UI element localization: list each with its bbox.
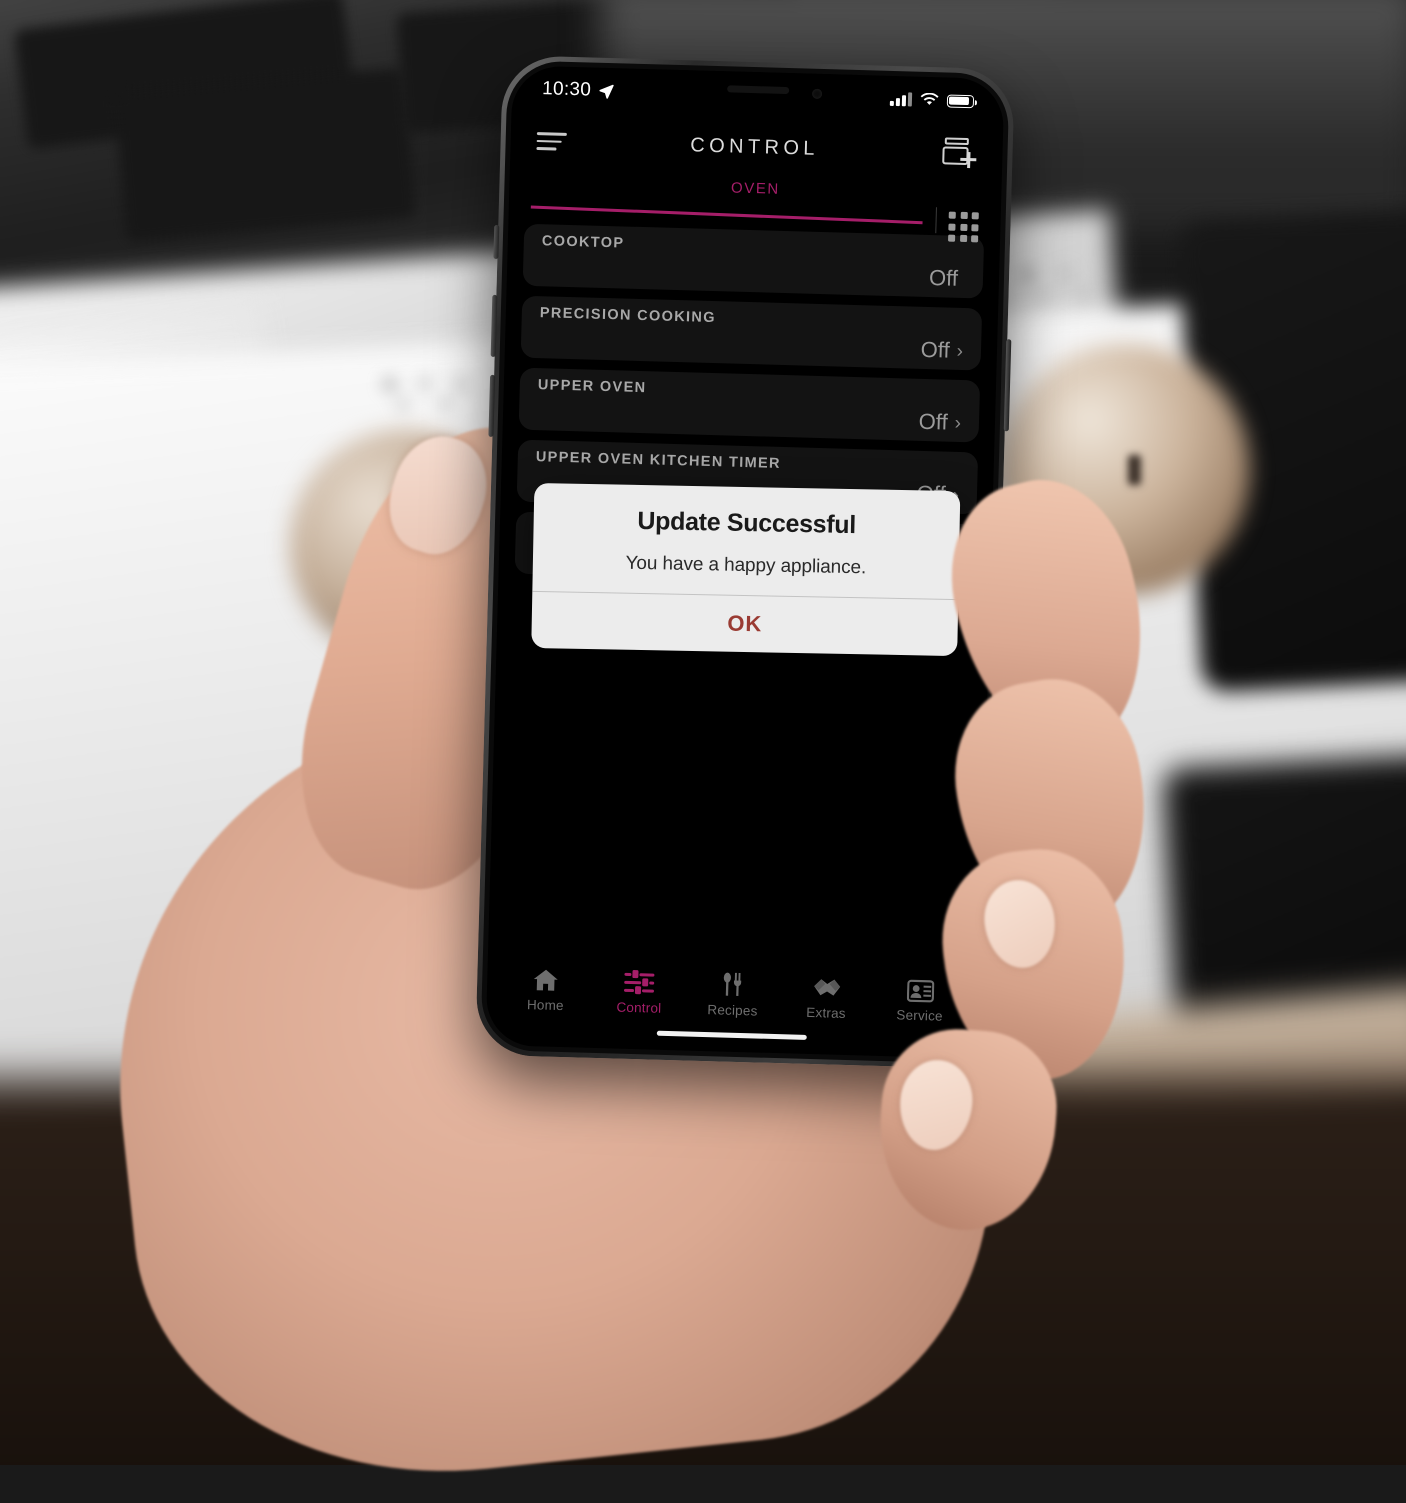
dialog-body: Update Successful You have a happy appli… [532,483,960,599]
sliders-icon [624,967,655,996]
nav-item-extras[interactable]: Extras [783,971,870,1021]
location-arrow-icon [599,84,614,99]
nav-label-home: Home [526,997,564,1014]
ok-button[interactable]: OK [531,592,958,656]
list-item[interactable]: COOKTOP Off [522,223,985,299]
row-label: PRECISION COOKING [539,305,717,327]
nav-item-recipes[interactable]: Recipes [689,969,776,1019]
nav-label-recipes: Recipes [707,1002,758,1019]
nav-label-service: Service [896,1007,943,1024]
phone-screen: 10:30 CONTROL OVEN COOKTOP Off PRECISION… [485,65,1005,1059]
status-time: 10:30 [541,78,592,101]
status-bar-left: 10:30 [542,78,615,102]
chevron-right-icon: › [956,340,964,362]
nav-item-control[interactable]: Control [596,966,683,1016]
nav-item-home[interactable]: Home [502,963,589,1013]
bottom-navigation-bar: Home Control Recipes Extras Service [486,939,980,1029]
chevron-right-icon: › [954,412,962,434]
update-successful-dialog: Update Successful You have a happy appli… [531,482,961,657]
range-control-dots [1008,260,1118,308]
row-label: UPPER OVEN [537,377,647,397]
dialog-title: Update Successful [637,506,857,540]
tab-divider [934,207,937,234]
row-label: UPPER OVEN KITCHEN TIMER [535,449,782,472]
row-value: Off [929,265,966,292]
row-status: Off [928,265,959,291]
row-value: Off › [918,409,961,436]
home-icon [532,964,560,993]
mute-switch[interactable] [493,224,500,259]
nav-label-extras: Extras [806,1004,846,1021]
list-item[interactable]: UPPER OVEN Off › [518,367,981,443]
utensils-icon [720,969,746,998]
smartphone-device: 10:30 CONTROL OVEN COOKTOP Off PRECISION… [475,55,1015,1069]
hamburger-menu-icon[interactable] [536,132,567,151]
tab-active-underline [530,205,923,224]
list-item[interactable]: PRECISION COOKING Off › [520,295,983,371]
nav-label-control: Control [616,999,662,1016]
add-card-icon[interactable] [942,137,977,168]
row-label: COOKTOP [541,233,625,252]
dialog-message: You have a happy appliance. [625,552,867,579]
row-status: Off [918,408,949,435]
page-title: CONTROL [690,133,820,160]
grid-view-icon[interactable] [948,211,979,243]
row-value: Off › [920,337,963,364]
handshake-icon [811,972,842,1001]
range-control-dots [370,370,480,418]
cellular-signal-icon [889,92,913,107]
row-status: Off [920,336,951,363]
status-bar-right [889,92,975,108]
burner-grate [114,67,416,243]
knob-indicator [1128,455,1141,485]
service-contact-icon [906,975,935,1004]
wifi-icon [920,92,939,105]
battery-icon [946,93,975,108]
